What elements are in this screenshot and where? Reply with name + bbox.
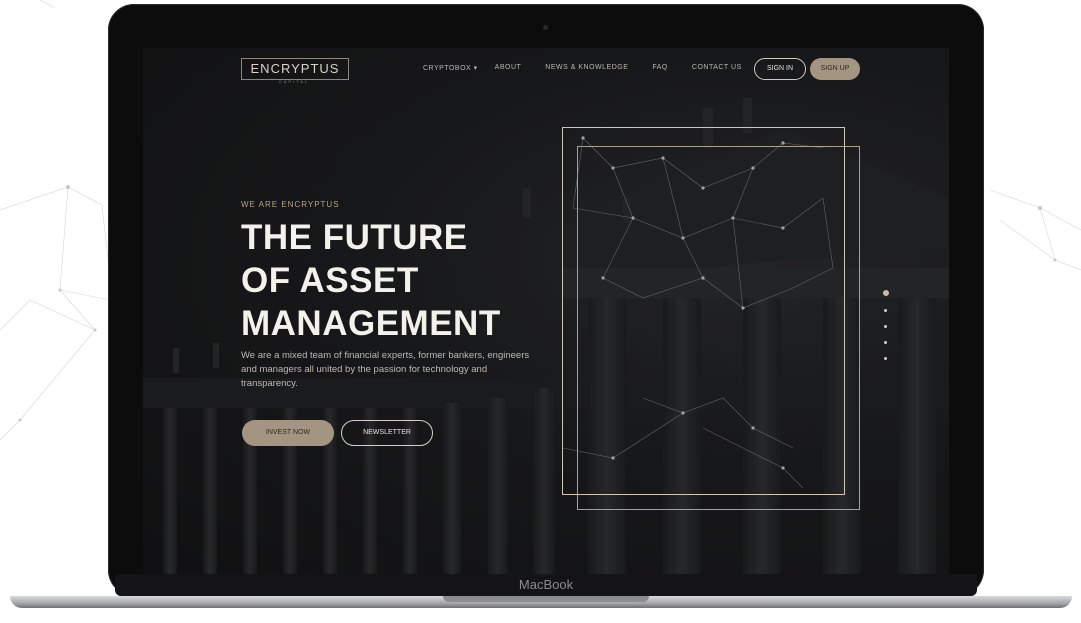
slider-dot-5[interactable]: [884, 357, 887, 360]
nav-item-about[interactable]: ABOUT: [495, 64, 522, 72]
slider-pagination: [883, 290, 889, 373]
webcam-icon: [543, 25, 548, 30]
hero-headline-line-1: THE FUTURE: [241, 218, 468, 257]
invest-now-button[interactable]: INVEST NOW: [242, 420, 334, 446]
slider-dot-1[interactable]: [883, 290, 889, 296]
sign-in-button[interactable]: SIGN IN: [754, 58, 806, 80]
laptop-chin: MacBook: [115, 574, 977, 596]
hero-tagline: WE ARE ENCRYPTUS: [241, 200, 340, 209]
hero-headline-line-2: OF ASSET: [241, 261, 419, 300]
decorative-frame-front: [562, 127, 845, 495]
nav-item-cryptobox[interactable]: CRYPTOBOX ▾: [423, 64, 478, 72]
slider-dot-2[interactable]: [884, 309, 887, 312]
hero-headline: THE FUTURE OF ASSET MANAGEMENT: [241, 216, 501, 345]
newsletter-button[interactable]: NEWSLETTER: [341, 420, 433, 446]
nav-item-faq[interactable]: FAQ: [652, 64, 668, 72]
website-screen: ENCRYPTUS CAPITAL CRYPTOBOX ▾ ABOUT NEWS…: [143, 48, 949, 574]
nav-item-contact-us[interactable]: CONTACT US: [692, 64, 742, 72]
nav-item-news-knowledge[interactable]: NEWS & KNOWLEDGE: [545, 64, 628, 72]
site-logo-subtitle: CAPITAL: [278, 79, 310, 84]
hero-description: We are a mixed team of financial experts…: [241, 350, 530, 389]
main-nav: CRYPTOBOX ▾ ABOUT NEWS & KNOWLEDGE FAQ C…: [423, 64, 742, 72]
laptop-base-notch: [443, 596, 649, 602]
device-label: MacBook: [518, 577, 574, 592]
site-logo[interactable]: ENCRYPTUS: [241, 58, 349, 80]
slider-dot-4[interactable]: [884, 341, 887, 344]
hero-headline-line-3: MANAGEMENT: [241, 304, 501, 343]
sign-up-button[interactable]: SIGN UP: [810, 58, 860, 80]
slider-dot-3[interactable]: [884, 325, 887, 328]
